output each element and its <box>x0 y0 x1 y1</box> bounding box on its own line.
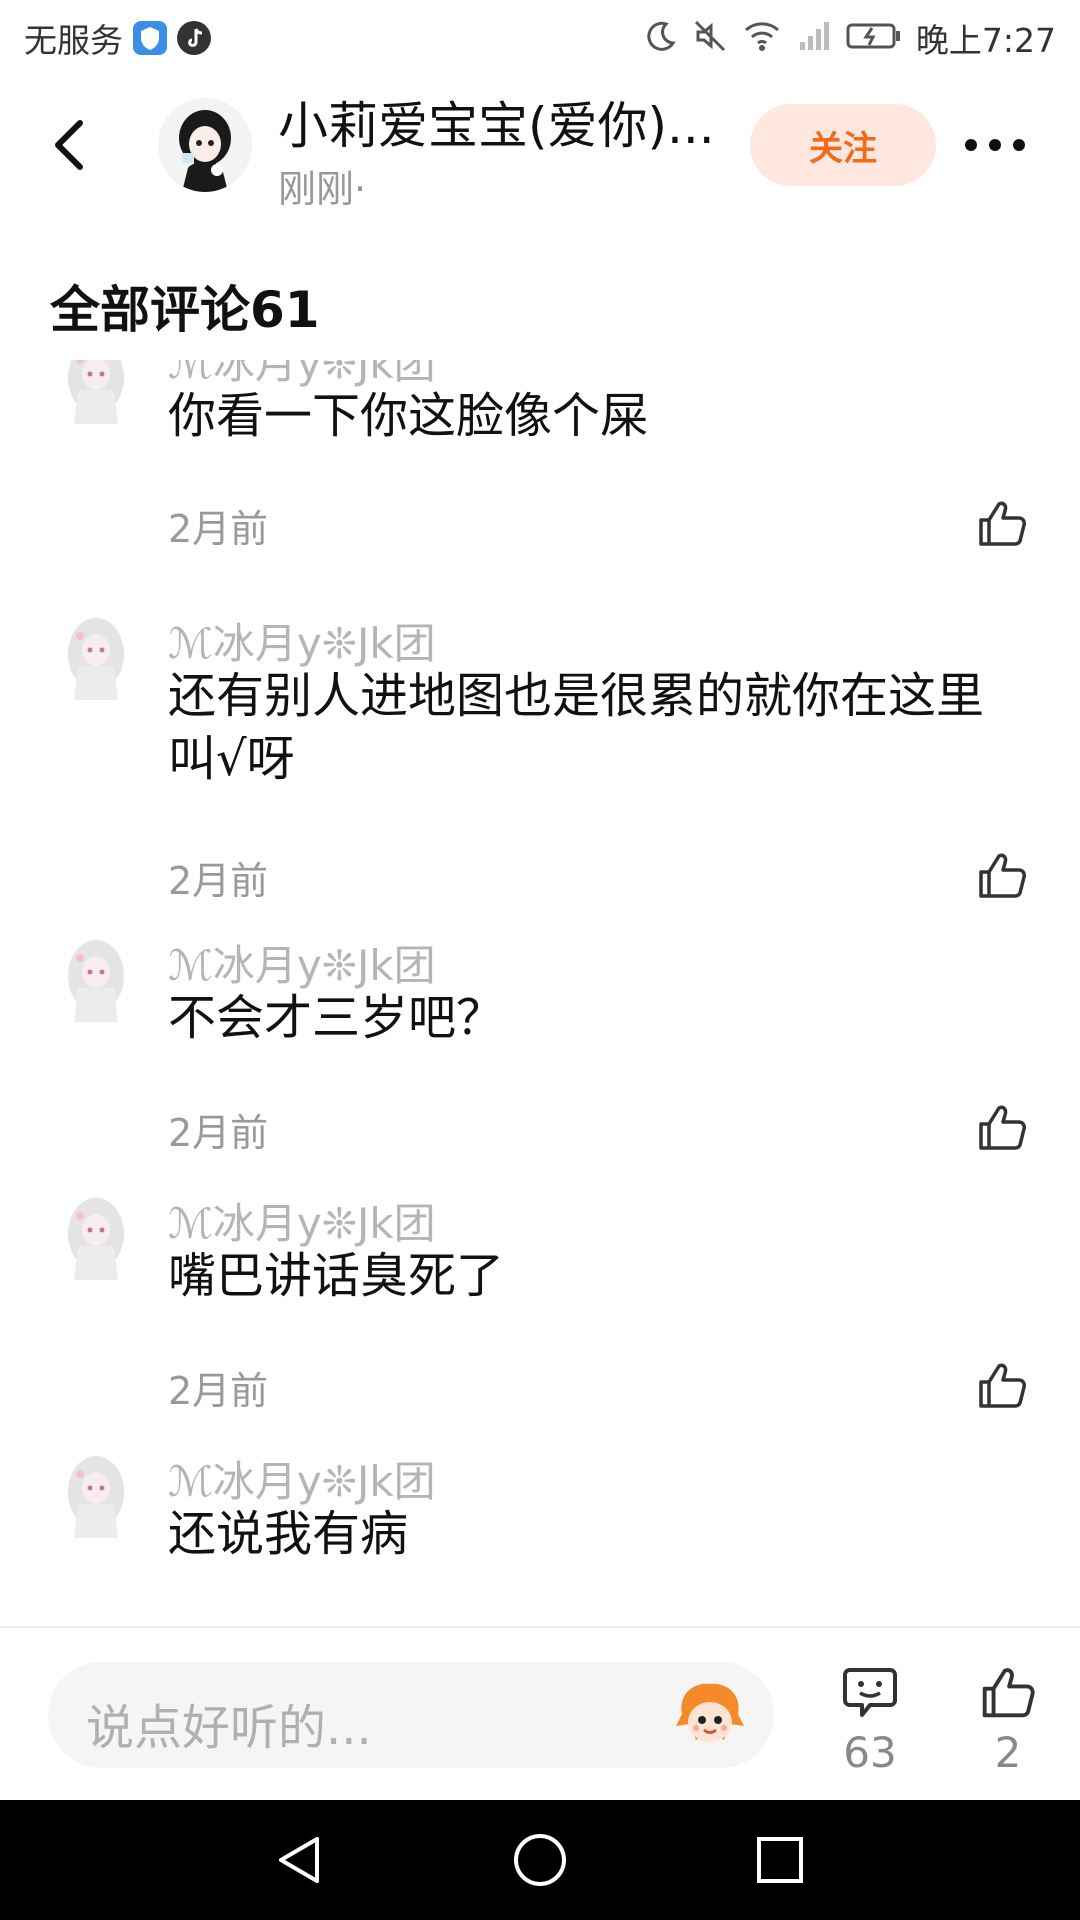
wifi-icon <box>742 18 782 58</box>
nav-recents-button[interactable] <box>750 1830 810 1890</box>
tiktok-app-icon <box>177 21 211 55</box>
commenter-avatar[interactable] <box>56 360 136 424</box>
comment-input-bar: 说点好听的... 63 2 <box>0 1626 1080 1800</box>
more-button[interactable] <box>960 120 1030 170</box>
nav-home-icon <box>514 1834 566 1886</box>
like-button[interactable] <box>975 1100 1029 1154</box>
comment-time: 2月前 <box>168 859 269 903</box>
like-button[interactable] <box>975 848 1029 902</box>
comment-time: 2月前 <box>168 507 269 551</box>
like-button[interactable] <box>975 496 1029 550</box>
comment-text: 你看一下你这脸像个屎 <box>168 388 649 444</box>
author-name[interactable]: 小莉爱宝宝(爱你)... <box>278 86 738 158</box>
status-bar-right: 晚上7:27 <box>644 16 1056 60</box>
carrier-label: 无服务 <box>24 21 123 60</box>
nav-recents-icon <box>757 1837 803 1883</box>
like-count: 2 <box>994 1728 1022 1777</box>
nav-back-icon <box>279 1837 319 1883</box>
commenter-name[interactable]: ℳ冰月y❊Jk团 <box>168 932 436 993</box>
comment-input[interactable]: 说点好听的... <box>48 1662 774 1768</box>
comment-item: ℳ冰月y❊Jk团 不会才三岁吧？ 2月前 <box>0 922 1080 1180</box>
clock-time: 晚上7:27 <box>915 21 1056 60</box>
back-arrow-icon <box>55 120 83 170</box>
commenter-avatar[interactable] <box>56 938 136 1022</box>
thumbs-up-icon <box>979 853 1026 898</box>
back-button[interactable] <box>40 110 100 180</box>
thumbs-up-icon <box>979 501 1026 546</box>
thumbs-up-icon <box>982 1668 1035 1718</box>
author-avatar[interactable] <box>158 98 252 192</box>
comment-item: ℳ冰月y❊Jk团 嘴巴讲话臭死了 2月前 <box>0 1180 1080 1438</box>
signal-icon <box>796 18 832 58</box>
shield-app-icon <box>133 21 167 55</box>
moon-icon <box>644 19 678 57</box>
nav-back-button[interactable] <box>270 1830 330 1890</box>
commenter-avatar[interactable] <box>56 616 136 700</box>
comment-text: 还说我有病 <box>168 1506 409 1562</box>
nav-home-button[interactable] <box>510 1830 570 1890</box>
system-nav-bar <box>0 1800 1080 1920</box>
mute-icon <box>692 18 728 58</box>
comment-text: 还有别人进地图也是很累的就你在这里叫√呀 <box>168 668 985 787</box>
more-dots-icon <box>965 139 1025 151</box>
commenter-name[interactable]: ℳ冰月y❊Jk团 <box>168 1190 436 1251</box>
status-bar-left: 无服务 <box>24 16 211 60</box>
comment-input-placeholder: 说点好听的... <box>86 1700 372 1756</box>
emoji-mascot-icon <box>676 1683 744 1742</box>
commenter-avatar[interactable] <box>56 1454 136 1538</box>
thumbs-up-icon <box>979 1105 1026 1150</box>
comment-bubble-icon <box>843 1668 897 1717</box>
comment-text: 嘴巴讲话臭死了 <box>168 1248 505 1304</box>
comment-item: ℳ冰月y❊Jk团 你看一下你这脸像个屎 2月前 <box>0 360 1080 600</box>
commenter-name[interactable]: ℳ冰月y❊Jk团 <box>168 610 436 671</box>
comments-list[interactable]: ℳ冰月y❊Jk团 你看一下你这脸像个屎 2月前 ℳ冰月y❊Jk团 还有别人进地图… <box>0 360 1080 1625</box>
comment-time: 2月前 <box>168 1369 269 1413</box>
comment-text: 不会才三岁吧？ <box>168 990 505 1046</box>
comment-count: 63 <box>843 1728 897 1777</box>
comment-item: ℳ冰月y❊Jk团 还有别人进地图也是很累的就你在这里叫√呀 2月前 <box>0 600 1080 920</box>
thumbs-up-icon <box>979 1363 1026 1408</box>
comments-section-title: 全部评论61 <box>50 281 320 339</box>
battery-icon <box>846 18 902 58</box>
commenter-avatar[interactable] <box>56 1196 136 1280</box>
like-button[interactable] <box>975 1358 1029 1412</box>
emoji-button[interactable] <box>668 1674 752 1758</box>
post-time: 刚刚· <box>278 167 367 211</box>
comment-time: 2月前 <box>168 1111 269 1155</box>
status-bar: 无服务 晚上7:27 <box>0 0 1080 74</box>
comment-count-button[interactable]: 63 <box>825 1658 915 1778</box>
commenter-name[interactable]: ℳ冰月y❊Jk团 <box>168 1448 436 1509</box>
post-header: 小莉爱宝宝(爱你)... 刚刚· 关注 <box>0 80 1080 211</box>
comment-item: ℳ冰月y❊Jk团 还说我有病 <box>0 1438 1080 1625</box>
post-like-button[interactable]: 2 <box>963 1658 1053 1778</box>
follow-button[interactable]: 关注 <box>750 104 936 186</box>
